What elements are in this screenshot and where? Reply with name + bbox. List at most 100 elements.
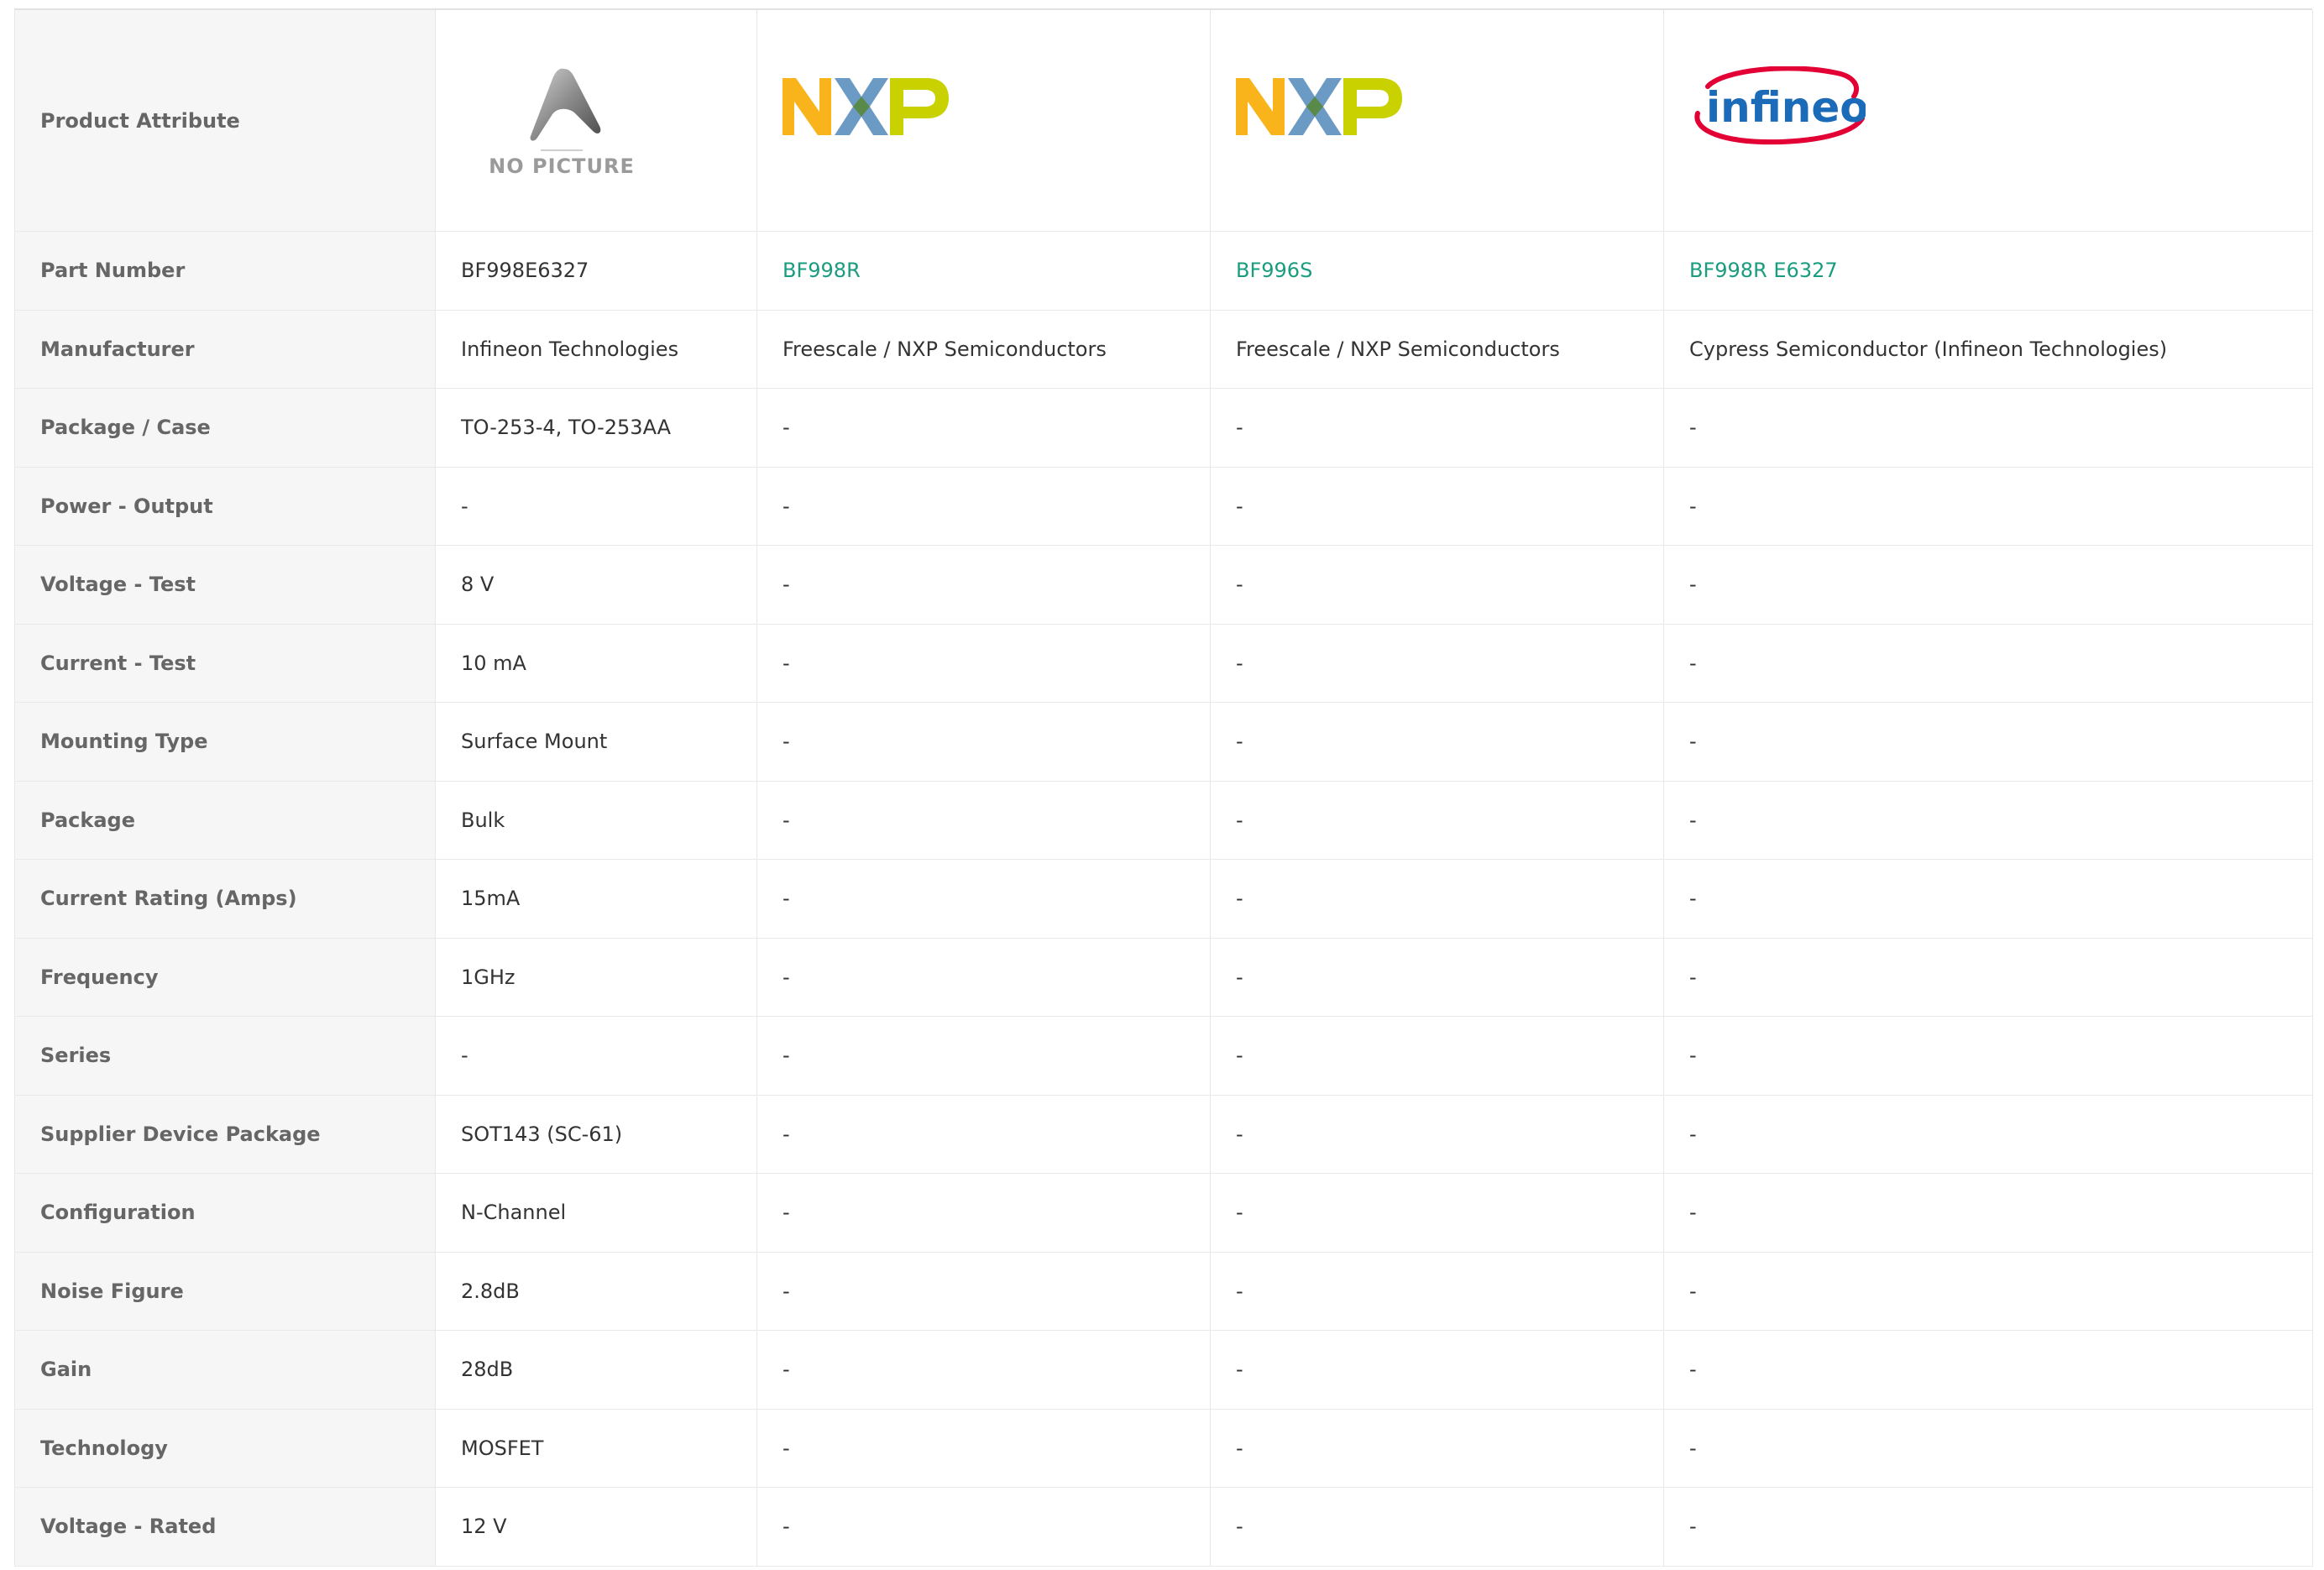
attribute-value: - — [1210, 1409, 1664, 1488]
attribute-value: - — [756, 388, 1211, 468]
attribute-value: - — [1663, 781, 2313, 860]
attribute-value: - — [756, 545, 1211, 625]
attribute-value: - — [756, 781, 1211, 860]
attribute-row-package-case: Package / Case TO-253-4, TO-253AA - - - — [14, 388, 2313, 468]
part-number-link[interactable]: BF996S — [1236, 259, 1312, 282]
attribute-row-power-output: Power - Output - - - - — [14, 467, 2313, 546]
attribute-label: Package — [14, 781, 436, 860]
nxp-logo-icon — [1236, 77, 1402, 135]
attribute-value: - — [1663, 1487, 2313, 1567]
part-number-link[interactable]: BF998R — [783, 259, 861, 282]
attribute-value: - — [756, 1409, 1211, 1488]
attribute-label: Manufacturer — [14, 310, 436, 389]
attribute-value: - — [1210, 545, 1664, 625]
attribute-label: Series — [14, 1016, 436, 1096]
part-number-cell: BF998R — [756, 231, 1211, 311]
comparison-table-wrapper: Product Attribute NO PICTURE infine Part… — [14, 8, 2313, 1567]
attribute-label: Voltage - Rated — [14, 1487, 436, 1567]
attribute-value: MOSFET — [435, 1409, 757, 1488]
attribute-value: 28dB — [435, 1330, 757, 1410]
attribute-value: BF998E6327 — [435, 231, 757, 311]
attribute-value: 8 V — [435, 545, 757, 625]
attribute-value: - — [756, 1487, 1211, 1567]
attribute-value: - — [1210, 702, 1664, 782]
attribute-value: Bulk — [435, 781, 757, 860]
no-picture-label: NO PICTURE — [489, 154, 635, 178]
attribute-value: - — [1663, 388, 2313, 468]
attribute-value: - — [1663, 624, 2313, 703]
attribute-value: - — [756, 1095, 1211, 1174]
attribute-value: - — [1663, 938, 2313, 1017]
attribute-value: SOT143 (SC-61) — [435, 1095, 757, 1174]
nxp-logo-icon — [783, 77, 949, 135]
attribute-label: Frequency — [14, 938, 436, 1017]
attribute-value: - — [1210, 388, 1664, 468]
part-number-cell: BF998R E6327 — [1663, 231, 2313, 311]
attribute-value: - — [1663, 545, 2313, 625]
attribute-row-noise-figure: Noise Figure 2.8dB - - - — [14, 1252, 2313, 1331]
attribute-value: - — [1663, 1095, 2313, 1174]
part-number-link[interactable]: BF998R E6327 — [1689, 259, 1838, 282]
attribute-value: - — [1210, 1330, 1664, 1410]
attribute-label: Technology — [14, 1409, 436, 1488]
attribute-value: 12 V — [435, 1487, 757, 1567]
attribute-value: - — [1663, 1252, 2313, 1331]
attribute-value: - — [1663, 1016, 2313, 1096]
no-picture-icon — [530, 68, 601, 141]
product-logo-cell-3 — [1210, 10, 1664, 232]
attribute-value: 15mA — [435, 859, 757, 939]
attribute-row-manufacturer: Manufacturer Infineon Technologies Freesca… — [14, 310, 2313, 389]
attribute-value: - — [1210, 1016, 1664, 1096]
attribute-value: - — [1210, 859, 1664, 939]
attribute-row-technology: Technology MOSFET - - - — [14, 1409, 2313, 1488]
infineon-logo-icon: infineon — [1694, 65, 1898, 144]
attribute-value: - — [435, 467, 757, 546]
attribute-label: Mounting Type — [14, 702, 436, 782]
attribute-value: - — [756, 702, 1211, 782]
attribute-label: Configuration — [14, 1173, 436, 1253]
attribute-value: - — [1663, 1173, 2313, 1253]
divider-line — [541, 149, 583, 151]
attribute-value: - — [1210, 624, 1664, 703]
attribute-value: - — [1663, 1409, 2313, 1488]
product-attribute-label: Product Attribute — [14, 10, 436, 232]
attribute-value: - — [435, 1016, 757, 1096]
attribute-value: - — [756, 859, 1211, 939]
attribute-row-part-number: Part Number BF998E6327 BF998R BF996S BF998R … — [14, 231, 2313, 311]
attribute-value: N-Channel — [435, 1173, 757, 1253]
attribute-value: 1GHz — [435, 938, 757, 1017]
attribute-value: Cypress Semiconductor (Infineon Technolo… — [1663, 310, 2313, 389]
attribute-value: - — [1210, 938, 1664, 1017]
attribute-row-series: Series - - - - — [14, 1016, 2313, 1096]
attribute-row-mounting-type: Mounting Type Surface Mount - - - — [14, 702, 2313, 782]
product-comparison-table: Product Attribute NO PICTURE infine Part… — [14, 10, 2313, 1567]
attribute-label: Supplier Device Package — [14, 1095, 436, 1174]
attribute-row-package: Package Bulk - - - — [14, 781, 2313, 860]
product-logo-cell-2 — [756, 10, 1211, 232]
attribute-value: - — [1663, 467, 2313, 546]
attribute-label: Current - Test — [14, 624, 436, 703]
attribute-label: Noise Figure — [14, 1252, 436, 1331]
attribute-value: - — [756, 1252, 1211, 1331]
attribute-label: Power - Output — [14, 467, 436, 546]
header-row: Product Attribute NO PICTURE infine — [14, 10, 2313, 232]
attribute-value: - — [756, 1330, 1211, 1410]
attribute-row-configuration: Configuration N-Channel - - - — [14, 1173, 2313, 1253]
attribute-row-voltage-rated: Voltage - Rated 12 V--- — [14, 1487, 2313, 1567]
attribute-value: - — [756, 938, 1211, 1017]
attribute-label: Package / Case — [14, 388, 436, 468]
attribute-value: Freescale / NXP Semiconductors — [1210, 310, 1664, 389]
no-picture-placeholder: NO PICTURE — [478, 65, 646, 178]
attribute-label: Gain — [14, 1330, 436, 1410]
attribute-row-frequency: Frequency 1GHz - - - — [14, 938, 2313, 1017]
attribute-row-voltage-test: Voltage - Test 8 V--- — [14, 545, 2313, 625]
attribute-value: - — [1210, 1252, 1664, 1331]
attribute-value: - — [1663, 702, 2313, 782]
attribute-value: Surface Mount — [435, 702, 757, 782]
attribute-value: - — [1210, 781, 1664, 860]
attribute-value: - — [1210, 467, 1664, 546]
attribute-value: - — [1210, 1487, 1664, 1567]
attribute-value: - — [1210, 1095, 1664, 1174]
attribute-value: Infineon Technologies — [435, 310, 757, 389]
attribute-value: 10 mA — [435, 624, 757, 703]
